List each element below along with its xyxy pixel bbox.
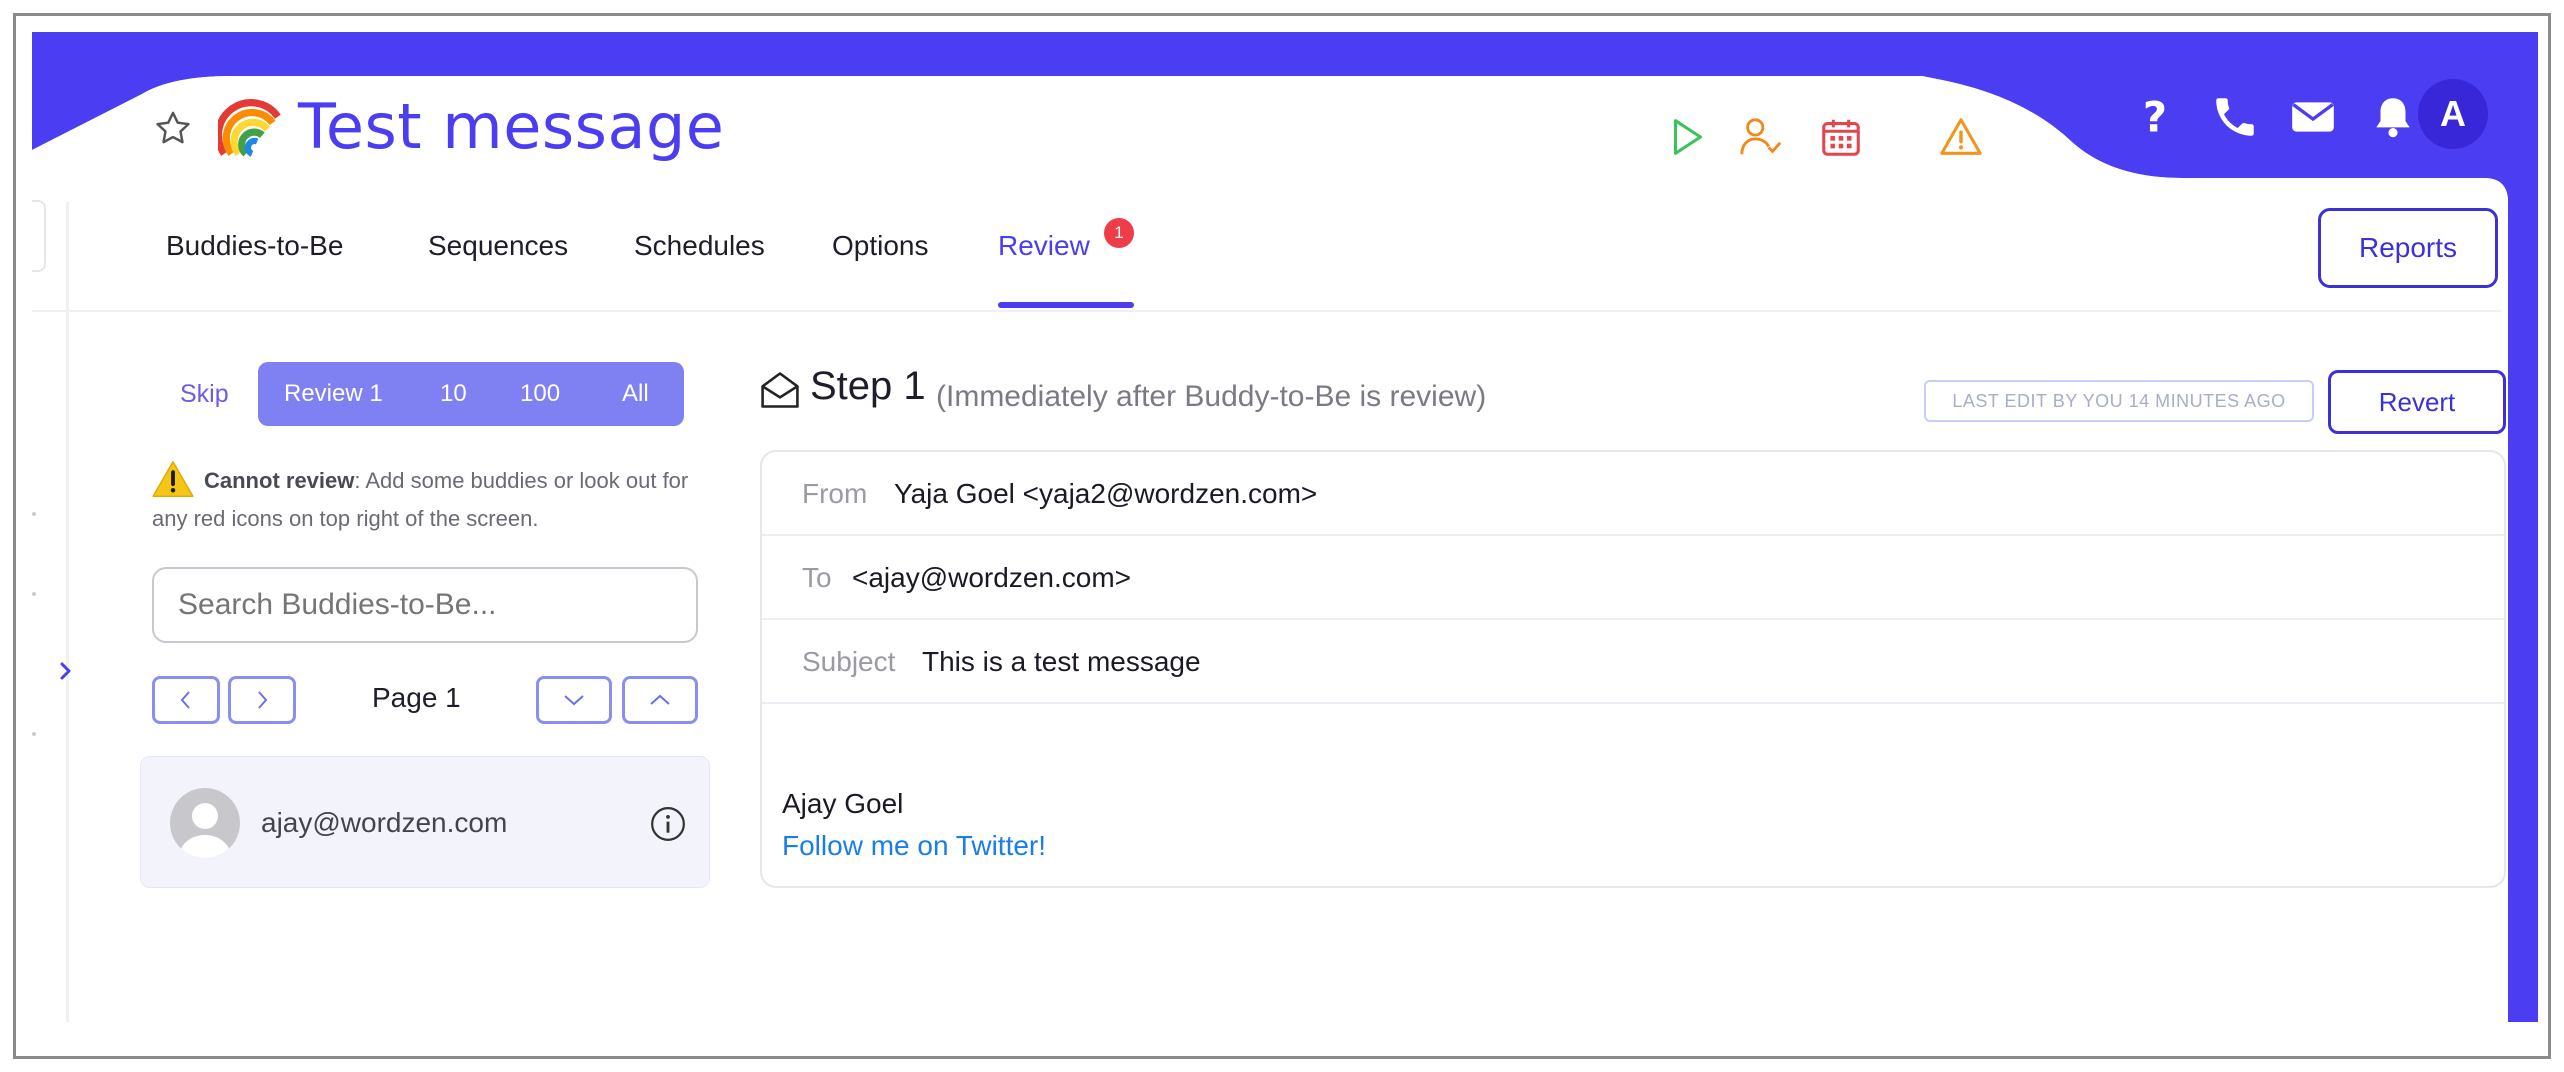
- buddy-email: ajay@wordzen.com: [261, 807, 508, 838]
- email-signature-name: Ajay Goel: [782, 788, 904, 819]
- tab-options[interactable]: Options: [832, 230, 929, 262]
- from-row: From Yaja Goel <yaja2@wordzen.com>: [762, 452, 2504, 536]
- move-down-button[interactable]: [536, 676, 612, 724]
- page-indicator: Page 1: [372, 682, 461, 713]
- svg-text:?: ?: [2143, 93, 2167, 142]
- avatar-placeholder-icon: [170, 788, 240, 858]
- tab-sequences[interactable]: Sequences: [428, 230, 568, 262]
- chevron-up-icon: [650, 694, 670, 705]
- calendar-icon[interactable]: [1818, 114, 1864, 160]
- chevron-down-icon: [564, 695, 584, 706]
- chevron-right-icon: [258, 691, 268, 709]
- revert-button[interactable]: Revert: [2328, 370, 2506, 434]
- move-up-button[interactable]: [622, 676, 698, 724]
- next-page-button[interactable]: [228, 676, 296, 724]
- screenshot-frame: Test message ? A Buddies-to-Be Sequences…: [13, 13, 2551, 1059]
- twitter-link[interactable]: Follow me on Twitter!: [782, 830, 1046, 862]
- help-icon[interactable]: ?: [2130, 92, 2180, 142]
- from-label: From: [802, 478, 868, 509]
- warning-icon[interactable]: [1938, 114, 1984, 160]
- last-edit-badge: LAST EDIT BY YOU 14 MINUTES AGO: [1924, 380, 2314, 422]
- page-title: Test message: [298, 90, 725, 163]
- tab-divider: [32, 310, 2502, 312]
- segment-100[interactable]: 100: [520, 380, 560, 408]
- rail-marker: [32, 592, 36, 596]
- segment-review-1[interactable]: Review 1: [284, 380, 383, 408]
- segment-10[interactable]: 10: [440, 380, 467, 408]
- phone-icon[interactable]: [2210, 92, 2260, 142]
- step-timing: (Immediately after Buddy-to-Be is review…: [936, 380, 1487, 413]
- app-window: Test message ? A Buddies-to-Be Sequences…: [32, 32, 2538, 1022]
- skip-button[interactable]: Skip: [180, 380, 229, 409]
- chevron-left-icon: [180, 691, 190, 709]
- info-icon[interactable]: [649, 805, 687, 843]
- tab-review[interactable]: Review: [998, 230, 1090, 262]
- search-buddies-input[interactable]: [152, 567, 698, 643]
- buddy-list-item[interactable]: ajay@wordzen.com: [140, 756, 710, 888]
- review-count-selector: Review 1 10 100 All: [258, 362, 684, 426]
- tab-schedules[interactable]: Schedules: [634, 230, 765, 262]
- subject-row: Subject This is a test message: [762, 620, 2504, 704]
- side-panel-handle[interactable]: [32, 200, 46, 272]
- prev-page-button[interactable]: [152, 676, 220, 724]
- side-rail: [66, 202, 69, 1022]
- reports-button[interactable]: Reports: [2318, 208, 2498, 288]
- tab-buddies-to-be[interactable]: Buddies-to-Be: [166, 230, 343, 262]
- to-value: <ajay@wordzen.com>: [852, 562, 1132, 593]
- subject-label: Subject: [802, 646, 896, 677]
- active-tab-indicator: [998, 302, 1134, 308]
- review-count-badge: 1: [1104, 218, 1134, 248]
- mail-icon[interactable]: [2288, 92, 2338, 142]
- rainbow-icon: [218, 99, 281, 157]
- favorite-star-icon[interactable]: [152, 108, 194, 150]
- bell-icon[interactable]: [2368, 92, 2418, 142]
- to-label: To: [802, 562, 832, 593]
- warning-title: Cannot review: [204, 468, 355, 493]
- from-value: Yaja Goel <yaja2@wordzen.com>: [894, 478, 1318, 509]
- expand-sidebar-chevron-icon[interactable]: [54, 656, 78, 686]
- rail-marker: [32, 512, 36, 516]
- to-row: To <ajay@wordzen.com>: [762, 536, 2504, 620]
- envelope-open-icon: [761, 372, 799, 408]
- email-preview: From Yaja Goel <yaja2@wordzen.com> To <a…: [760, 450, 2506, 888]
- subject-value: This is a test message: [922, 646, 1201, 677]
- step-title: Step 1: [810, 364, 926, 408]
- review-warning-message: Cannot review: Add some buddies or look …: [152, 462, 712, 538]
- user-check-icon[interactable]: [1738, 114, 1784, 160]
- segment-all[interactable]: All: [622, 380, 649, 408]
- user-avatar-button[interactable]: A: [2418, 79, 2488, 149]
- rail-marker: [32, 732, 36, 736]
- play-icon[interactable]: [1664, 114, 1710, 160]
